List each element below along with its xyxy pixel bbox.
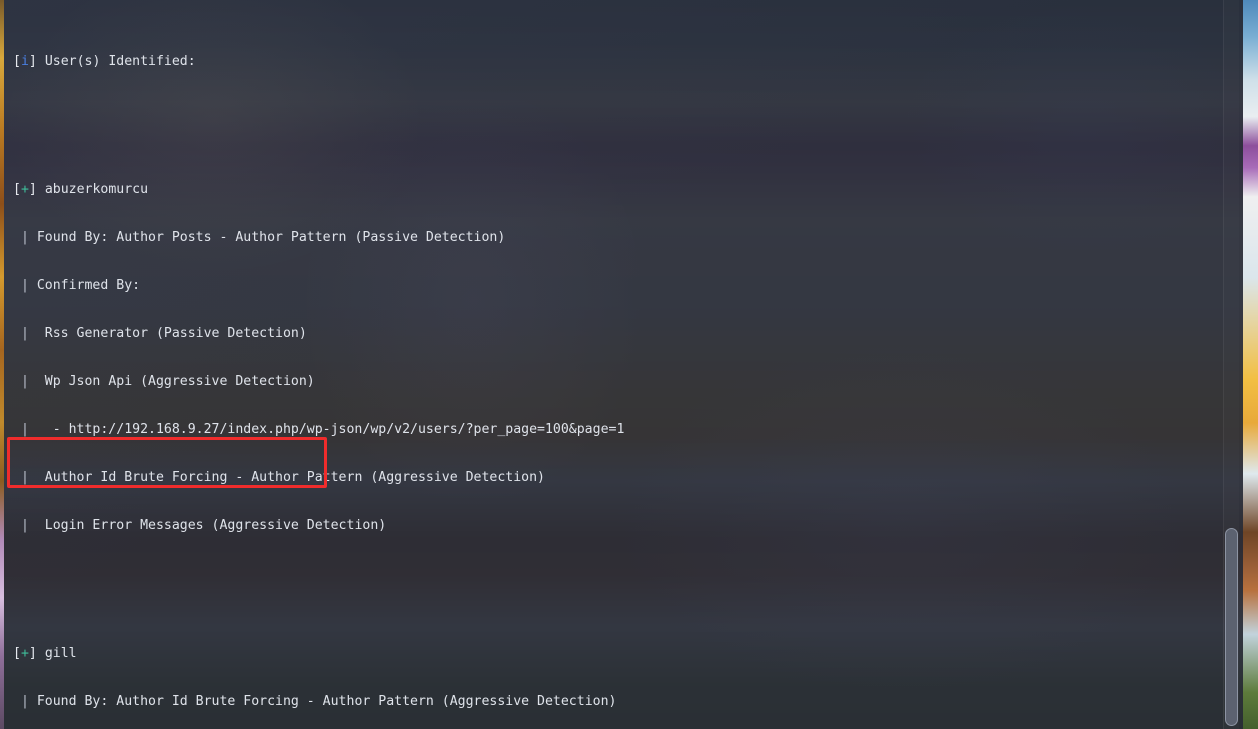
detail-line: | Login Error Messages (Aggressive Detec… bbox=[13, 518, 1243, 534]
confirmation-method: Rss Generator (Passive Detection) bbox=[44, 326, 307, 341]
wallpaper-strip-right bbox=[1243, 0, 1258, 729]
api-url: - http://192.168.9.27/index.php/wp-json/… bbox=[52, 422, 625, 437]
user-entry-abuzerkomurcu: [+] abuzerkomurcu bbox=[13, 182, 1243, 198]
pipe-glyph: | bbox=[20, 278, 29, 293]
detail-line: | Author Id Brute Forcing - Author Patte… bbox=[13, 470, 1243, 486]
detail-line: | Rss Generator (Passive Detection) bbox=[13, 326, 1243, 342]
confirmation-method: Wp Json Api (Aggressive Detection) bbox=[44, 374, 315, 389]
pipe-glyph: | bbox=[20, 518, 29, 533]
pipe-glyph: | bbox=[20, 374, 29, 389]
username-value: abuzerkomurcu bbox=[44, 182, 149, 197]
plus-marker: [+] bbox=[13, 182, 37, 197]
pipe-glyph: | bbox=[20, 422, 29, 437]
confirmation-method: Author Id Brute Forcing - Author Pattern… bbox=[44, 470, 545, 485]
confirmed-by-label: Confirmed By: bbox=[36, 278, 141, 293]
user-entry-gill: [+] gill bbox=[13, 646, 1243, 662]
detail-line: | Found By: Author Posts - Author Patter… bbox=[13, 230, 1243, 246]
info-marker: [i] bbox=[13, 54, 37, 69]
plus-marker: [+] bbox=[13, 646, 37, 661]
detail-line: | Wp Json Api (Aggressive Detection) bbox=[13, 374, 1243, 390]
pipe-glyph: | bbox=[20, 470, 29, 485]
terminal-window[interactable]: [i] User(s) Identified: [+] abuzerkomurc… bbox=[4, 0, 1243, 729]
line-users-identified: [i] User(s) Identified: bbox=[13, 54, 1243, 70]
confirmation-method: Login Error Messages (Aggressive Detecti… bbox=[44, 518, 387, 533]
pipe-glyph: | bbox=[20, 326, 29, 341]
username-value: gill bbox=[44, 646, 77, 661]
detail-line-url: | - http://192.168.9.27/index.php/wp-jso… bbox=[13, 422, 1243, 438]
pipe-glyph: | bbox=[20, 694, 29, 709]
found-by-text: Found By: Author Id Brute Forcing - Auth… bbox=[36, 694, 617, 709]
users-identified-label: User(s) Identified: bbox=[44, 54, 196, 69]
detail-line: | Found By: Author Id Brute Forcing - Au… bbox=[13, 694, 1243, 710]
detail-line: | Confirmed By: bbox=[13, 278, 1243, 294]
pipe-glyph: | bbox=[20, 230, 29, 245]
scrollbar-thumb[interactable] bbox=[1225, 528, 1238, 726]
terminal-output[interactable]: [i] User(s) Identified: [+] abuzerkomurc… bbox=[4, 0, 1243, 729]
found-by-text: Found By: Author Posts - Author Pattern … bbox=[36, 230, 506, 245]
